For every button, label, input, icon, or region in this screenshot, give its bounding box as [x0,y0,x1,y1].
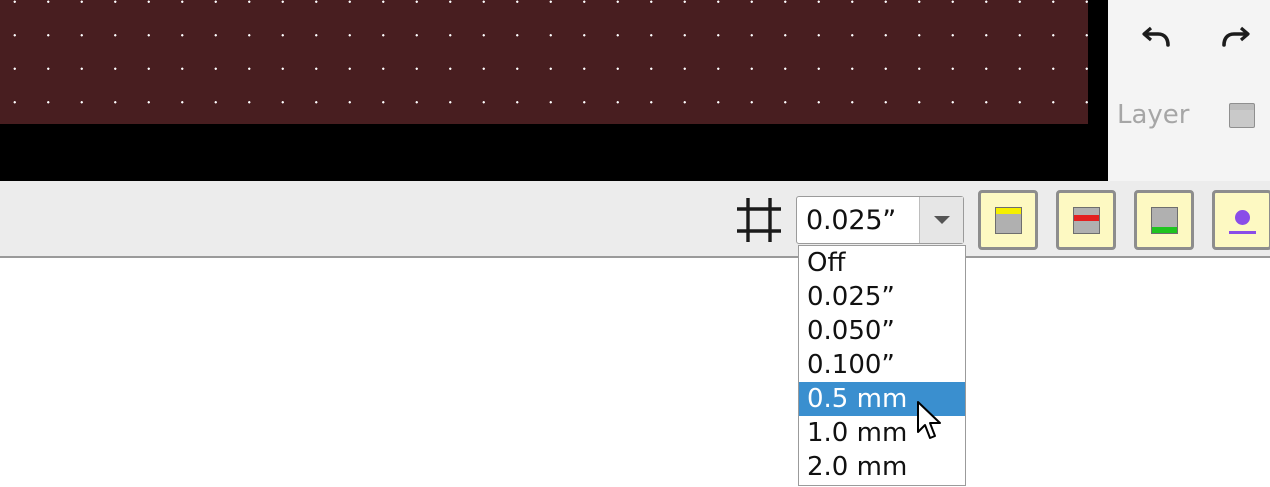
redo-icon[interactable] [1218,20,1252,54]
chevron-down-icon[interactable] [919,197,963,243]
layer-bottom-green-glyph [1150,206,1178,234]
grid-option-0-5mm[interactable]: 0.5 mm [799,382,965,416]
bottom-toolbar: 0.025” [0,181,1270,258]
grid-option-2-0mm[interactable]: 2.0 mm [799,450,965,484]
layer-bottom-green-icon[interactable] [1134,190,1194,250]
layer-purple-dot-glyph [1228,207,1256,234]
layer-mid-red-glyph [1072,206,1100,234]
layer-mid-red-icon[interactable] [1056,190,1116,250]
grid-size-value: 0.025” [806,205,897,236]
layer-top-yellow-icon[interactable] [978,190,1038,250]
layer-purple-dot-icon[interactable] [1212,190,1270,250]
undo-icon[interactable] [1140,20,1174,54]
grid-size-dropdown-list[interactable]: Off 0.025” 0.050” 0.100” 0.5 mm 1.0 mm 2… [798,245,966,486]
layer-swatch-icon[interactable] [1229,103,1255,128]
grid-option-1-0mm[interactable]: 1.0 mm [799,416,965,450]
grid-option-off[interactable]: Off [799,246,965,280]
grid-option-0-050in[interactable]: 0.050” [799,314,965,348]
grid-option-0-100in[interactable]: 0.100” [799,348,965,382]
pcb-board-area[interactable] [0,0,1088,124]
layer-label: Layer [1117,100,1190,130]
grid-icon [735,196,783,244]
pcb-canvas[interactable] [0,0,1108,181]
side-panel: Layer [1108,0,1270,181]
grid-size-select[interactable]: 0.025” [796,196,964,244]
grid-option-0-025in[interactable]: 0.025” [799,280,965,314]
layer-top-yellow-glyph [994,206,1022,234]
